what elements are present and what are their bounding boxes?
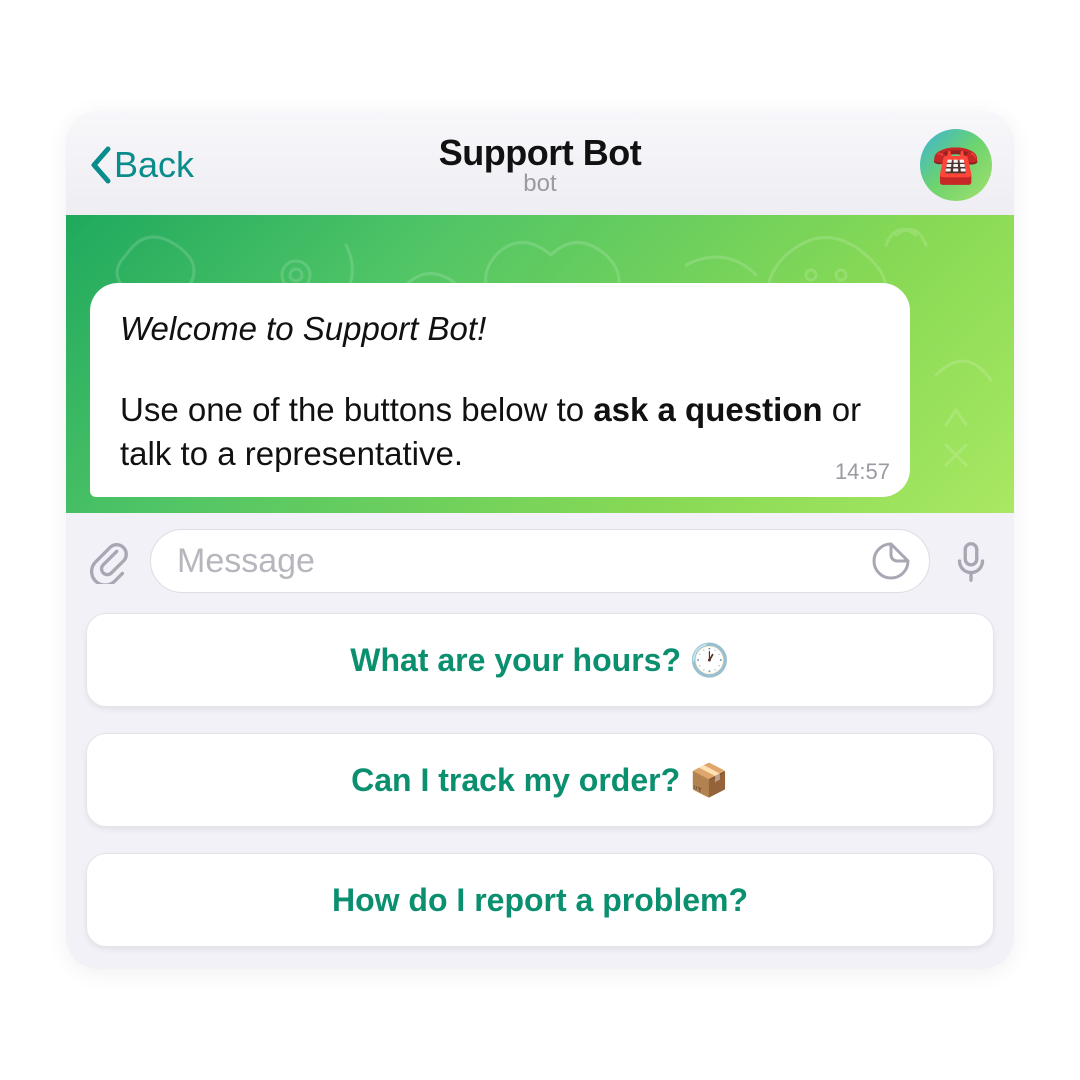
- back-label: Back: [114, 144, 194, 186]
- chat-subtitle: bot: [439, 170, 641, 198]
- message-body-bold: ask a question: [593, 391, 822, 428]
- header-title-wrap: Support Bot bot: [439, 132, 641, 198]
- chat-card: Back Support Bot bot ☎️: [66, 111, 1014, 969]
- back-button[interactable]: Back: [88, 144, 194, 186]
- message-welcome: Welcome to Support Bot!: [120, 307, 880, 352]
- message-body: Use one of the buttons below to ask a qu…: [120, 388, 880, 477]
- chevron-left-icon: [88, 145, 112, 185]
- sticker-icon[interactable]: [871, 541, 911, 581]
- message-placeholder: Message: [177, 542, 871, 581]
- reply-button-track-order[interactable]: Can I track my order? 📦: [86, 733, 994, 827]
- message-body-pre: Use one of the buttons below to: [120, 391, 593, 428]
- input-bar: Message: [66, 513, 1014, 609]
- chat-header: Back Support Bot bot ☎️: [66, 111, 1014, 215]
- reply-button-report-problem[interactable]: How do I report a problem?: [86, 853, 994, 947]
- chat-area[interactable]: Welcome to Support Bot! Use one of the b…: [66, 215, 1014, 513]
- avatar[interactable]: ☎️: [920, 129, 992, 201]
- attach-icon[interactable]: [86, 538, 132, 584]
- message-time: 14:57: [835, 457, 890, 487]
- reply-keyboard: What are your hours? 🕐 Can I track my or…: [66, 609, 1014, 969]
- reply-button-hours[interactable]: What are your hours? 🕐: [86, 613, 994, 707]
- phone-icon: ☎️: [932, 143, 979, 187]
- chat-title: Support Bot: [439, 132, 641, 174]
- message-bubble: Welcome to Support Bot! Use one of the b…: [90, 283, 910, 497]
- microphone-icon[interactable]: [948, 538, 994, 584]
- message-input[interactable]: Message: [150, 529, 930, 593]
